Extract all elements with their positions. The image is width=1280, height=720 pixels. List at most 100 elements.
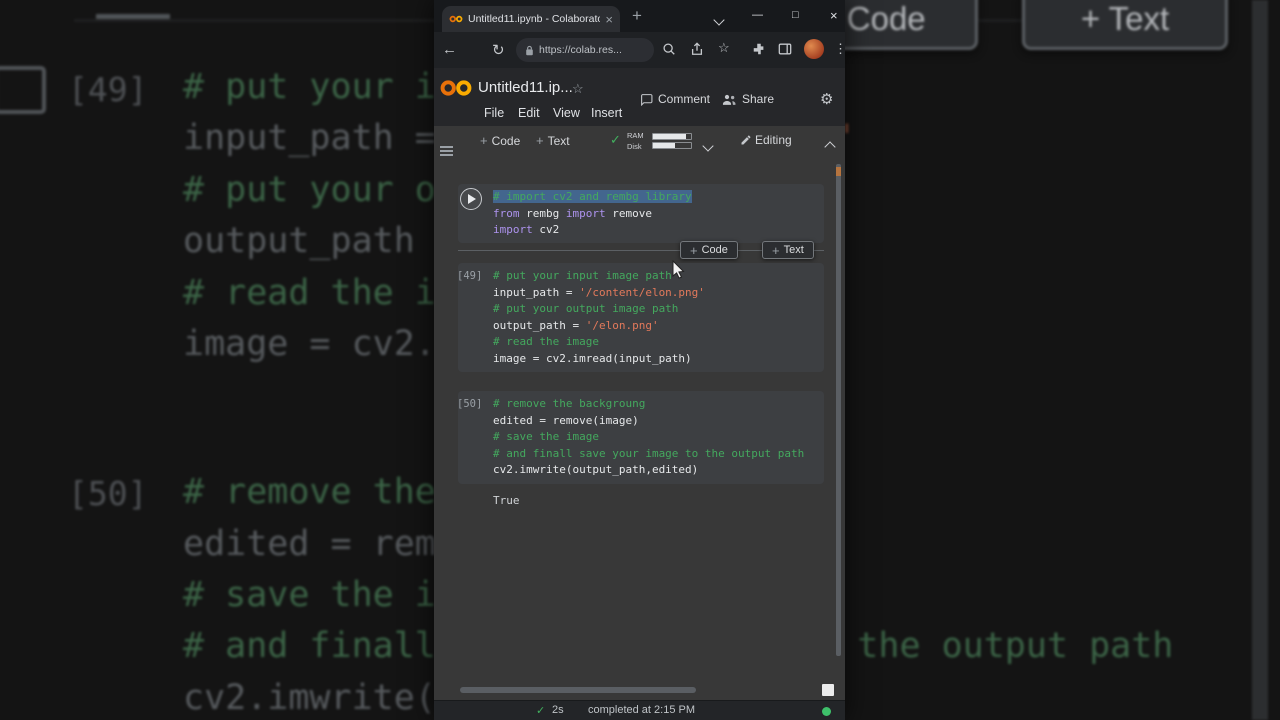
pencil-icon	[740, 134, 752, 146]
colab-favicon-icon	[449, 14, 463, 24]
code-cell-3[interactable]: [50] # remove the backgroung edited = re…	[457, 391, 824, 484]
comment-label: Comment	[658, 92, 711, 106]
disk-label: Disk	[627, 142, 642, 151]
menu-view[interactable]: View	[553, 106, 580, 120]
settings-gear-icon[interactable]: ⚙	[820, 90, 833, 108]
insert-code-button[interactable]: + Code	[680, 241, 738, 259]
tab-strip: Untitled11.ipynb - Colaborato × + — □ ×	[434, 0, 845, 32]
notebook-area: # import cv2 and rembg library from remb…	[434, 156, 845, 700]
add-code-button[interactable]: + Code	[480, 133, 520, 148]
code-line: cv2.imwrite(output_path,edited)	[493, 463, 699, 476]
code-line: image = cv2.imread(input_path)	[493, 351, 692, 365]
code-line: edited = remove(image)	[493, 413, 639, 427]
close-button[interactable]: ×	[830, 8, 838, 23]
bg-add-text-label: + Text	[1080, 0, 1170, 37]
menu-insert[interactable]: Insert	[591, 106, 622, 120]
profile-avatar[interactable]	[804, 39, 824, 59]
notebook-toolbar: + Code + Text ✓ RAM Disk Editing	[434, 126, 845, 156]
code-line: # save the image	[493, 430, 599, 443]
code-editor[interactable]: # put your input image path input_path =…	[458, 263, 824, 372]
ram-label: RAM	[627, 131, 644, 140]
bookmark-star-icon[interactable]: ☆	[718, 40, 730, 56]
resize-handle	[822, 684, 834, 696]
completion-text: completed at 2:15 PM	[588, 704, 696, 716]
kernel-status-dot	[822, 707, 831, 716]
bg-scrollbar	[1252, 0, 1268, 720]
url-text: https://colab.res...	[539, 44, 622, 56]
collapse-toolbar-chevron-icon[interactable]	[824, 138, 836, 156]
execution-count[interactable]: [50]	[457, 398, 491, 410]
code-line: output_path = '/elon.png'	[493, 318, 659, 332]
scrollbar-highlight-marker	[836, 167, 841, 176]
add-text-button[interactable]: + Text	[536, 133, 570, 148]
code-cell-2[interactable]: [49] # put your input image path input_p…	[457, 263, 824, 372]
code-line: # read the image	[493, 335, 599, 348]
execution-count[interactable]: [49]	[457, 270, 491, 282]
resources-labels[interactable]: RAM Disk	[627, 130, 644, 152]
insert-code-label: Code	[701, 244, 728, 256]
extensions-puzzle-icon[interactable]	[752, 42, 766, 56]
insert-text-button[interactable]: + Text	[762, 241, 814, 259]
bg-exec-count: [50]	[68, 474, 148, 513]
colab-header: Untitled11.ip... ☆ Comment Share ⚙ File …	[434, 68, 845, 126]
comment-bubble-icon	[640, 93, 653, 106]
code-line: from rembg import remove	[493, 206, 652, 220]
code-line: # put your input image path	[493, 269, 672, 282]
success-check-icon: ✓	[536, 705, 546, 717]
notebook-title[interactable]: Untitled11.ip...	[478, 79, 573, 96]
code-line: # and finall save your image to the outp…	[493, 446, 805, 460]
tab-search-chevron-icon[interactable]	[713, 11, 725, 29]
people-icon	[722, 93, 737, 106]
minimize-button[interactable]: —	[752, 9, 763, 21]
tab-title: Untitled11.ipynb - Colaborato	[468, 13, 601, 25]
comment-button[interactable]: Comment	[640, 92, 710, 106]
code-line: input_path = '/content/elon.png'	[493, 285, 705, 299]
tab-close-icon[interactable]: ×	[605, 13, 613, 26]
horizontal-scrollbar[interactable]	[460, 687, 696, 693]
run-cell-button[interactable]	[460, 188, 482, 210]
share-icon[interactable]	[690, 42, 704, 56]
bg-add-text-button: + Text	[1022, 0, 1228, 50]
vertical-scrollbar[interactable]	[836, 164, 841, 656]
mouse-cursor	[672, 260, 685, 279]
browser-menu-kebab-icon[interactable]: ⋮	[834, 41, 845, 57]
plus-icon: +	[772, 242, 780, 258]
search-icon[interactable]	[662, 42, 676, 56]
insert-text-label: Text	[783, 244, 804, 256]
address-bar[interactable]: https://colab.res...	[516, 38, 654, 62]
code-line: # remove the backgroung	[493, 397, 646, 410]
browser-tab[interactable]: Untitled11.ipynb - Colaborato ×	[442, 6, 620, 32]
cells-column: # import cv2 and rembg library from remb…	[457, 156, 824, 700]
bg-files-icon	[0, 66, 46, 114]
code-editor[interactable]: # import cv2 and rembg library from remb…	[458, 184, 824, 244]
play-icon	[468, 193, 476, 204]
code-cell-1[interactable]: # import cv2 and rembg library from remb…	[458, 184, 824, 243]
colab-logo[interactable]	[439, 77, 473, 99]
editing-mode-button[interactable]: Editing	[755, 133, 792, 147]
bg-exec-count: [49]	[68, 70, 148, 109]
maximize-button[interactable]: □	[792, 9, 799, 21]
ram-meter[interactable]	[652, 133, 692, 140]
code-line: # put your output image path	[493, 302, 679, 315]
new-tab-button[interactable]: +	[632, 6, 642, 26]
share-button[interactable]: Share	[722, 92, 774, 106]
lock-icon	[525, 45, 534, 56]
menu-edit[interactable]: Edit	[518, 106, 540, 120]
side-panel-icon[interactable]	[778, 42, 792, 56]
menu-file[interactable]: File	[484, 106, 504, 120]
browser-window: Untitled11.ipynb - Colaborato × + — □ × …	[434, 0, 845, 720]
execution-status-bar: ✓ 2s completed at 2:15 PM	[434, 700, 845, 720]
cell-output: True	[493, 494, 520, 507]
runtime-dropdown-chevron-icon[interactable]	[702, 137, 714, 155]
reload-button[interactable]: ↻	[492, 41, 505, 59]
share-label: Share	[742, 92, 775, 106]
disk-meter[interactable]	[652, 142, 692, 149]
add-code-label: Code	[491, 133, 521, 148]
back-button[interactable]: ←	[442, 41, 457, 58]
star-notebook-icon[interactable]: ☆	[572, 81, 584, 97]
add-text-label: Text	[547, 133, 570, 148]
execution-duration: 2s	[552, 704, 564, 716]
code-editor[interactable]: # remove the backgroung edited = remove(…	[458, 391, 824, 484]
bg-divider-segment	[96, 14, 170, 19]
code-line: import cv2	[493, 223, 560, 236]
